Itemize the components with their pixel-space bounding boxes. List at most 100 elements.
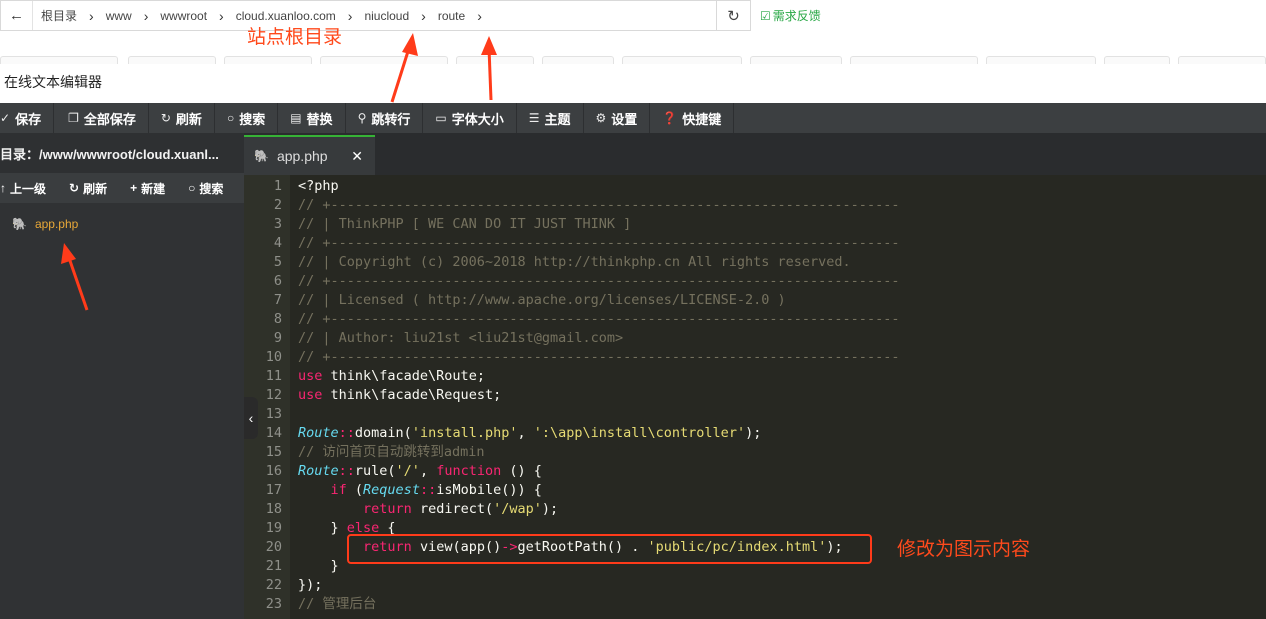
breadcrumb-item-root[interactable]: 根目录 [33,7,85,24]
search-label: 搜索 [239,111,266,127]
code-token: , [517,425,534,441]
code-line[interactable]: 14 Route::domain('install.php', ':\app\in… [244,424,1266,443]
code-line[interactable]: 16 Route::rule('/', function () { [244,462,1266,481]
theme-button[interactable]: ☰ 主题 [517,103,584,133]
close-icon[interactable]: ✕ [351,148,363,165]
code-token: ':\app\install\controller' [533,425,746,441]
code-token: // +------------------------------------… [298,349,900,365]
tab-label: app.php [276,148,328,164]
chevron-right-icon: › [143,7,149,24]
line-number: 16 [265,463,282,479]
replace-label: 替换 [306,111,333,127]
code-token: if [330,482,347,498]
code-line[interactable]: 5 // | Copyright (c) 2006~2018 http://thi… [244,253,1266,272]
line-code: Route::rule('/', function () { [298,462,542,481]
feedback-icon: ☑ [760,8,771,23]
code-token: domain( [354,425,412,441]
line-code: // +------------------------------------… [298,234,899,253]
code-token: ); [541,501,559,517]
chevron-right-icon: › [89,7,94,24]
new-file-button[interactable]: + 新建 [116,180,174,197]
code-line[interactable]: 18 return redirect('/wap'); [244,500,1266,519]
code-line[interactable]: 12 use think\facade\Request; [244,386,1266,405]
line-code: // +------------------------------------… [298,272,899,291]
help-icon: ❓ [662,111,678,125]
page-title: 在线文本编辑器 [4,74,102,90]
settings-button[interactable]: ⚙ 设置 [584,103,651,133]
tab-app-php[interactable]: 🐘 app.php ✕ [244,135,375,175]
code-line[interactable]: 2 // +-----------------------------------… [244,196,1266,215]
save-button[interactable]: ✓ 保存 [0,103,55,133]
line-number: 5 [273,254,282,270]
breadcrumb-item-wwwroot[interactable]: wwwroot [152,9,215,23]
background-tab [986,56,1096,64]
background-tab [224,56,312,64]
sidebar-search-button[interactable]: ○ 搜索 [174,180,232,197]
breadcrumb-item-route[interactable]: route [430,9,473,23]
replace-button[interactable]: ▤ 替换 [278,103,346,133]
code-line[interactable]: 1 <?php [244,177,1266,196]
code-line[interactable]: 22}); [244,576,1266,595]
line-number: 21 [265,558,282,574]
code-token: <?php [298,178,339,194]
code-line[interactable]: 3 // | ThinkPHP [ WE CAN DO IT JUST THINK… [244,215,1266,234]
file-item-app-php[interactable]: 🐘 app.php [0,213,244,235]
line-number: 11 [265,368,282,384]
shortcuts-button[interactable]: ❓ 快捷键 [650,103,735,133]
code-token: // +------------------------------------… [298,235,900,251]
editor-tab-strip: 🐘 app.php ✕ [244,133,1266,175]
code-line[interactable]: 15 // 访问首页自动跳转到admin [244,443,1266,462]
code-line[interactable]: 8 // +-----------------------------------… [244,310,1266,329]
code-line[interactable]: 6 // +-----------------------------------… [244,272,1266,291]
sidebar-refresh-button[interactable]: ↻ 刷新 [55,180,116,197]
line-code: // | Licensed ( http://www.apache.org/li… [298,291,786,310]
font-size-icon: ▭ [435,111,447,125]
font-size-label: 字体大小 [451,111,504,127]
search-button[interactable]: ○ 搜索 [215,103,279,133]
refresh-button[interactable]: ↻ 刷新 [149,103,215,133]
highlight-box-line-20 [347,534,872,564]
code-line[interactable]: 23 // 管理后台 [244,595,1266,614]
line-number: 19 [265,520,282,536]
collapse-sidebar-handle[interactable]: ‹ [244,397,258,439]
file-name: app.php [34,217,79,231]
breadcrumb-item-www[interactable]: www [98,9,140,23]
feedback-link[interactable]: ☑ 需求反馈 [760,7,821,24]
breadcrumb-item-domain[interactable]: cloud.xuanloo.com [228,9,344,23]
code-token: // | Author: liu21st <liu21st@gmail.com> [298,330,624,346]
path-bar: ← 根目录 › www › wwwroot › cloud.xuanloo.co… [0,0,751,31]
file-sidebar: 目录：/www/wwwroot/cloud.xuanl... ↑ 上一级 ↻ 刷新 … [0,133,244,619]
goto-line-button[interactable]: ⚲ 跳转行 [346,103,424,133]
background-tab-row [0,56,1266,64]
code-token: // | ThinkPHP [ WE CAN DO IT JUST THINK … [298,216,632,232]
code-line[interactable]: 4 // +-----------------------------------… [244,234,1266,253]
code-line[interactable]: 10 // +----------------------------------… [244,348,1266,367]
background-tab [850,56,978,64]
code-token: rule( [354,463,396,479]
search-icon: ○ [188,181,196,195]
line-code: return redirect('/wap'); [298,500,558,519]
breadcrumb-item-niucloud[interactable]: niucloud [356,9,417,23]
line-code: // 管理后台 [298,595,376,614]
font-size-button[interactable]: ▭ 字体大小 [423,103,517,133]
code-token: 'install.php' [411,425,518,441]
code-token: '/wap' [493,501,542,517]
code-line[interactable]: 13 [244,405,1266,424]
save-all-button[interactable]: ❐ 全部保存 [54,103,149,133]
parent-dir-button[interactable]: ↑ 上一级 [0,180,55,197]
code-token: // | Copyright (c) 2006~2018 http://thin… [298,254,851,270]
background-tab [128,56,216,64]
code-line[interactable]: 11 use think\facade\Route; [244,367,1266,386]
code-line[interactable]: 9 // | Author: liu21st <liu21st@gmail.com… [244,329,1266,348]
refresh-path-button[interactable]: ↻ [716,1,750,30]
php-elephant-icon: 🐘 [254,149,269,163]
back-button[interactable]: ← [1,1,33,30]
line-number: 2 [273,197,282,213]
code-line[interactable]: 17 if (Request::isMobile()) { [244,481,1266,500]
line-code: Route::domain('install.php', ':\app\inst… [298,424,761,443]
save-all-label: 全部保存 [83,111,136,127]
code-token: } [298,520,347,536]
refresh-label: 刷新 [175,111,202,127]
code-line[interactable]: 7 // | Licensed ( http://www.apache.org/l… [244,291,1266,310]
